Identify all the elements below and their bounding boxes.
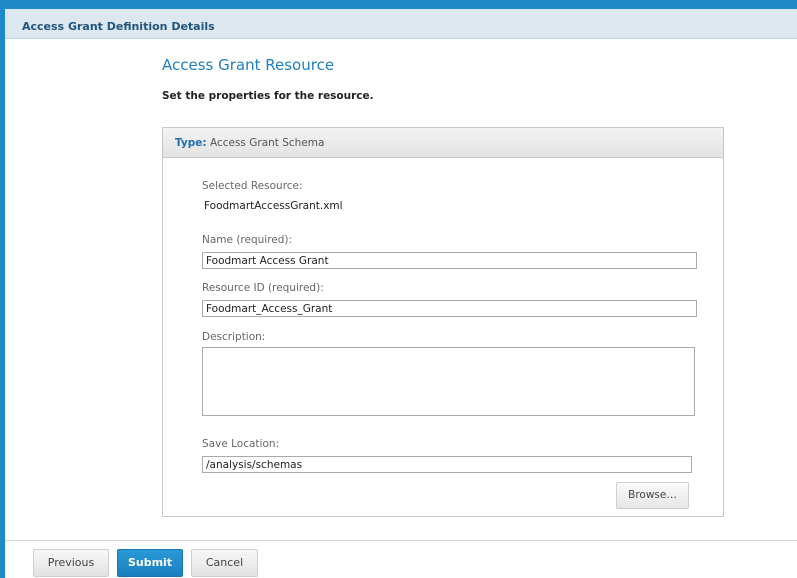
cancel-button[interactable]: Cancel bbox=[191, 549, 258, 577]
name-input[interactable] bbox=[202, 252, 697, 269]
name-label: Name (required): bbox=[202, 234, 293, 246]
previous-button[interactable]: Previous bbox=[33, 549, 109, 577]
resource-id-input[interactable] bbox=[202, 300, 697, 317]
save-location-label: Save Location: bbox=[202, 438, 280, 450]
selected-resource-label: Selected Resource: bbox=[202, 180, 303, 192]
browse-button[interactable]: Browse… bbox=[616, 482, 689, 509]
type-label-row: Type: Access Grant Schema bbox=[175, 137, 324, 149]
description-label: Description: bbox=[202, 331, 266, 343]
title-bar: Access Grant Definition Details bbox=[5, 9, 797, 39]
page-heading: Access Grant Resource bbox=[162, 56, 335, 74]
selected-resource-value: FoodmartAccessGrant.xml bbox=[204, 200, 343, 212]
resource-id-label: Resource ID (required): bbox=[202, 282, 324, 294]
type-label: Type: bbox=[175, 137, 207, 149]
save-location-input[interactable] bbox=[202, 456, 692, 473]
footer-divider bbox=[5, 540, 797, 541]
description-textarea[interactable] bbox=[202, 347, 695, 416]
resource-panel: Type: Access Grant Schema Selected Resou… bbox=[162, 127, 724, 517]
type-value: Access Grant Schema bbox=[209, 137, 325, 149]
panel-header: Type: Access Grant Schema bbox=[163, 128, 723, 158]
window-title: Access Grant Definition Details bbox=[22, 20, 215, 33]
page-subheading: Set the properties for the resource. bbox=[162, 90, 374, 102]
submit-button[interactable]: Submit bbox=[117, 549, 183, 577]
